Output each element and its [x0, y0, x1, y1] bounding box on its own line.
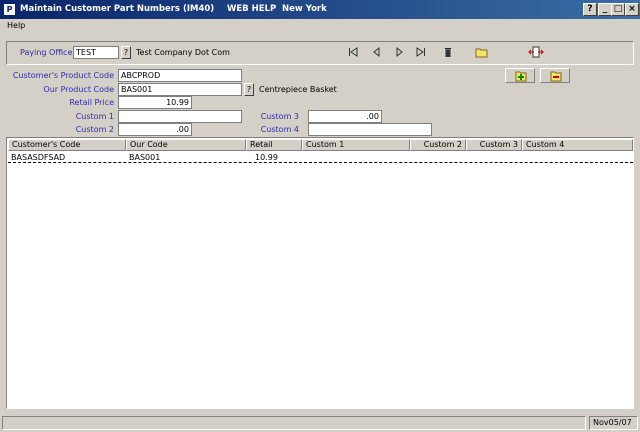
- column-header-our-code[interactable]: Our Code: [126, 139, 246, 151]
- retail-price-input[interactable]: 10.99: [118, 96, 192, 109]
- cell-custom3: [467, 152, 469, 163]
- add-record-button[interactable]: [505, 68, 535, 83]
- retail-price-label: Retail Price: [69, 98, 114, 107]
- custom1-label: Custom 1: [75, 112, 114, 121]
- close-icon[interactable]: ×: [625, 3, 639, 16]
- remove-record-button[interactable]: [540, 68, 570, 83]
- customer-code-input[interactable]: ABCPROD: [118, 69, 242, 82]
- column-header-custom4[interactable]: Custom 4: [522, 139, 633, 151]
- cell-custom1: [303, 152, 305, 163]
- column-header-custom3[interactable]: Custom 3: [466, 139, 522, 151]
- remove-record-icon: [550, 71, 562, 82]
- custom3-input[interactable]: .00: [308, 110, 382, 123]
- next-record-icon[interactable]: [392, 46, 406, 60]
- status-date: Nov05/07: [589, 416, 638, 430]
- exit-door-icon[interactable]: [528, 46, 544, 60]
- status-message-panel: [2, 416, 586, 430]
- title-bar: P Maintain Customer Part Numbers (IM40) …: [0, 0, 640, 19]
- column-header-custom2[interactable]: Custom 2: [410, 139, 466, 151]
- part-numbers-grid[interactable]: Customer's Code Our Code Retail Custom 1…: [6, 137, 634, 409]
- our-code-input[interactable]: BAS001: [118, 83, 242, 96]
- custom4-label: Custom 4: [260, 125, 299, 134]
- menu-bar: Help: [0, 19, 640, 33]
- customer-code-label: Customer's Product Code: [12, 71, 114, 80]
- cell-custom2: [411, 152, 413, 163]
- custom4-input[interactable]: [308, 123, 432, 136]
- previous-record-icon[interactable]: [370, 46, 384, 60]
- custom1-input[interactable]: [118, 110, 242, 123]
- add-record-icon: [515, 71, 527, 82]
- folder-icon[interactable]: [475, 46, 489, 60]
- paying-office-lookup-button[interactable]: ?: [121, 46, 131, 59]
- cell-custom4: [523, 152, 525, 163]
- paying-office-description: Test Company Dot Com: [136, 48, 230, 57]
- our-code-description: Centrepiece Basket: [259, 85, 337, 94]
- help-icon[interactable]: ?: [583, 3, 597, 16]
- web-help-caption: WEB HELP: [227, 4, 277, 14]
- table-row[interactable]: BASASDFSAD BAS001 10.99: [8, 152, 633, 163]
- custom3-label: Custom 3: [260, 112, 299, 121]
- column-header-custom1[interactable]: Custom 1: [302, 139, 410, 151]
- our-code-label: Our Product Code: [43, 85, 114, 94]
- cell-our-code: BAS001: [129, 153, 161, 162]
- paying-office-label: Paying Office: [20, 48, 73, 57]
- last-record-icon[interactable]: [414, 46, 428, 60]
- window-title: Maintain Customer Part Numbers (IM40): [20, 4, 215, 14]
- menu-help[interactable]: Help: [7, 21, 25, 30]
- our-code-lookup-button[interactable]: ?: [244, 83, 254, 96]
- column-header-customer-code[interactable]: Customer's Code: [8, 139, 126, 151]
- paying-office-input[interactable]: TEST: [73, 46, 119, 59]
- location-caption: New York: [282, 4, 327, 14]
- custom2-input[interactable]: .00: [118, 123, 192, 136]
- status-bar: Nov05/07: [2, 416, 638, 430]
- cell-retail: 10.99: [255, 153, 278, 162]
- first-record-icon[interactable]: [346, 46, 360, 60]
- cell-customer-code: BASASDFSAD: [11, 153, 66, 162]
- app-icon[interactable]: P: [3, 3, 16, 16]
- custom2-label: Custom 2: [75, 125, 114, 134]
- trash-icon[interactable]: [441, 46, 455, 60]
- maximize-icon[interactable]: □: [611, 3, 625, 16]
- column-header-retail[interactable]: Retail: [246, 139, 302, 151]
- minimize-icon[interactable]: _: [598, 3, 612, 16]
